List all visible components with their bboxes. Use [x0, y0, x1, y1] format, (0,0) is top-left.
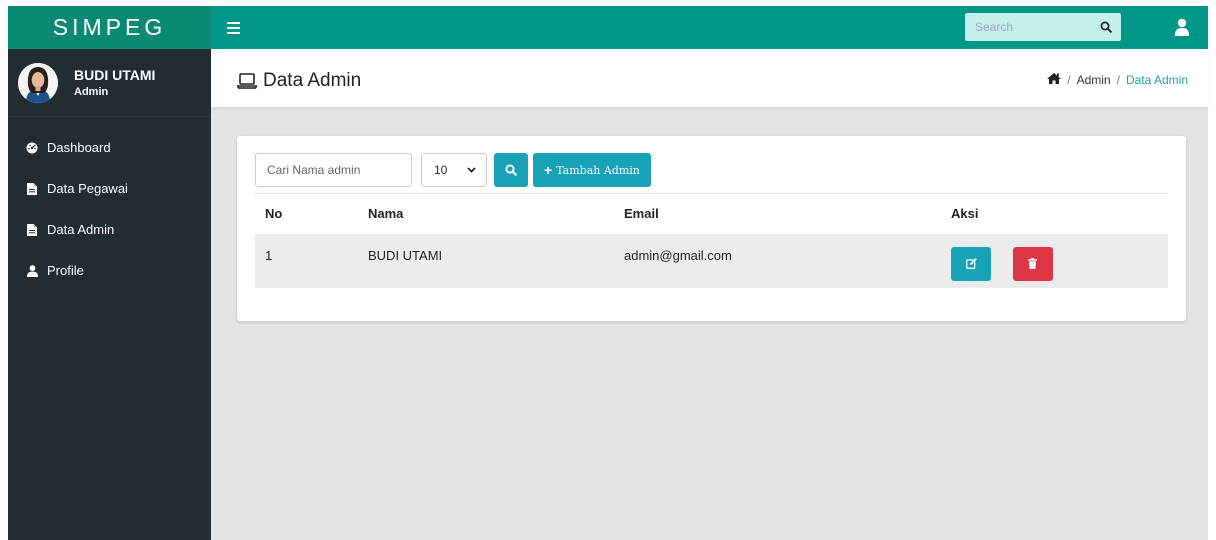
navbar-search — [965, 13, 1121, 41]
app-frame: SIMPEG Search BUDI UTAMI Admin Dashboard… — [8, 6, 1208, 540]
column-header-aksi: Aksi — [951, 193, 1168, 234]
edit-button[interactable] — [951, 246, 991, 281]
per-page-select[interactable]: 10 — [421, 153, 487, 187]
cell-nama: BUDI UTAMI — [368, 233, 624, 288]
sidebar-item-dashboard[interactable]: Dashboard — [8, 127, 211, 168]
file-icon — [26, 223, 38, 236]
search-icon — [505, 164, 517, 176]
brand-logo[interactable]: SIMPEG — [8, 6, 211, 49]
cell-no: 1 — [255, 233, 368, 288]
search-admin-input[interactable] — [255, 153, 412, 187]
user-menu-icon[interactable] — [1174, 18, 1190, 36]
user-name: BUDI UTAMI — [74, 67, 156, 83]
search-icon — [1100, 21, 1112, 33]
add-admin-label: Tambah Admin — [556, 163, 640, 177]
avatar — [18, 62, 58, 103]
user-role: Admin — [74, 86, 109, 98]
delete-button[interactable] — [1012, 246, 1053, 281]
breadcrumb: / Admin / Data Admin — [1047, 73, 1188, 87]
navbar-search-input[interactable] — [965, 13, 1091, 41]
search-button[interactable] — [494, 153, 528, 187]
chevron-down-icon — [467, 167, 476, 173]
home-icon[interactable] — [1047, 73, 1062, 87]
user-icon — [26, 264, 38, 277]
dashboard-icon — [26, 142, 38, 154]
breadcrumb-separator: / — [1116, 73, 1120, 87]
add-admin-button[interactable]: + Tambah Admin — [533, 153, 651, 187]
sidebar-menu: Dashboard Data Pegawai Data Admin Profil… — [8, 127, 211, 291]
sidebar-toggle-button[interactable] — [219, 14, 247, 41]
admin-table-card: 10 + Tambah Admin No Nama — [237, 136, 1186, 321]
table-row: 1 BUDI UTAMI admin@gmail.com — [255, 233, 1168, 288]
sidebar-item-label: Profile — [47, 263, 84, 278]
page-title: Data Admin — [237, 70, 361, 92]
sidebar-item-label: Dashboard — [47, 140, 111, 155]
page-title-text: Data Admin — [263, 70, 362, 91]
sidebar-item-profile[interactable]: Profile — [8, 250, 211, 291]
breadcrumb-separator: / — [1067, 73, 1071, 87]
trash-icon — [1028, 258, 1038, 269]
cell-aksi — [951, 233, 1168, 288]
per-page-value: 10 — [434, 163, 448, 177]
top-navbar — [211, 6, 1208, 49]
sidebar-item-label: Data Admin — [47, 222, 115, 237]
admin-table: No Nama Email Aksi 1 BUDI UTAMI admin@gm… — [255, 193, 1168, 288]
cell-email: admin@gmail.com — [624, 233, 951, 288]
sidebar-item-data-pegawai[interactable]: Data Pegawai — [8, 168, 211, 209]
hamburger-icon — [226, 21, 240, 24]
table-header-row: No Nama Email Aksi — [255, 193, 1168, 234]
column-header-email: Email — [624, 193, 951, 234]
table-toolbar: 10 + Tambah Admin — [255, 153, 651, 187]
content-header: Data Admin / Admin / Data Admin — [211, 49, 1208, 108]
sidebar-item-label: Data Pegawai — [47, 181, 128, 196]
laptop-icon — [237, 73, 257, 89]
breadcrumb-current: Data Admin — [1125, 73, 1188, 87]
column-header-no: No — [255, 193, 368, 234]
file-icon — [26, 182, 38, 195]
sidebar-item-data-admin[interactable]: Data Admin — [8, 209, 211, 250]
column-header-nama: Nama — [368, 193, 624, 234]
navbar-search-button[interactable] — [1091, 13, 1121, 41]
breadcrumb-admin-link[interactable]: Admin — [1077, 73, 1111, 87]
edit-icon — [965, 258, 977, 269]
plus-icon: + — [544, 162, 553, 178]
user-panel: BUDI UTAMI Admin — [8, 49, 211, 117]
sidebar: BUDI UTAMI Admin Dashboard Data Pegawai … — [8, 49, 211, 540]
